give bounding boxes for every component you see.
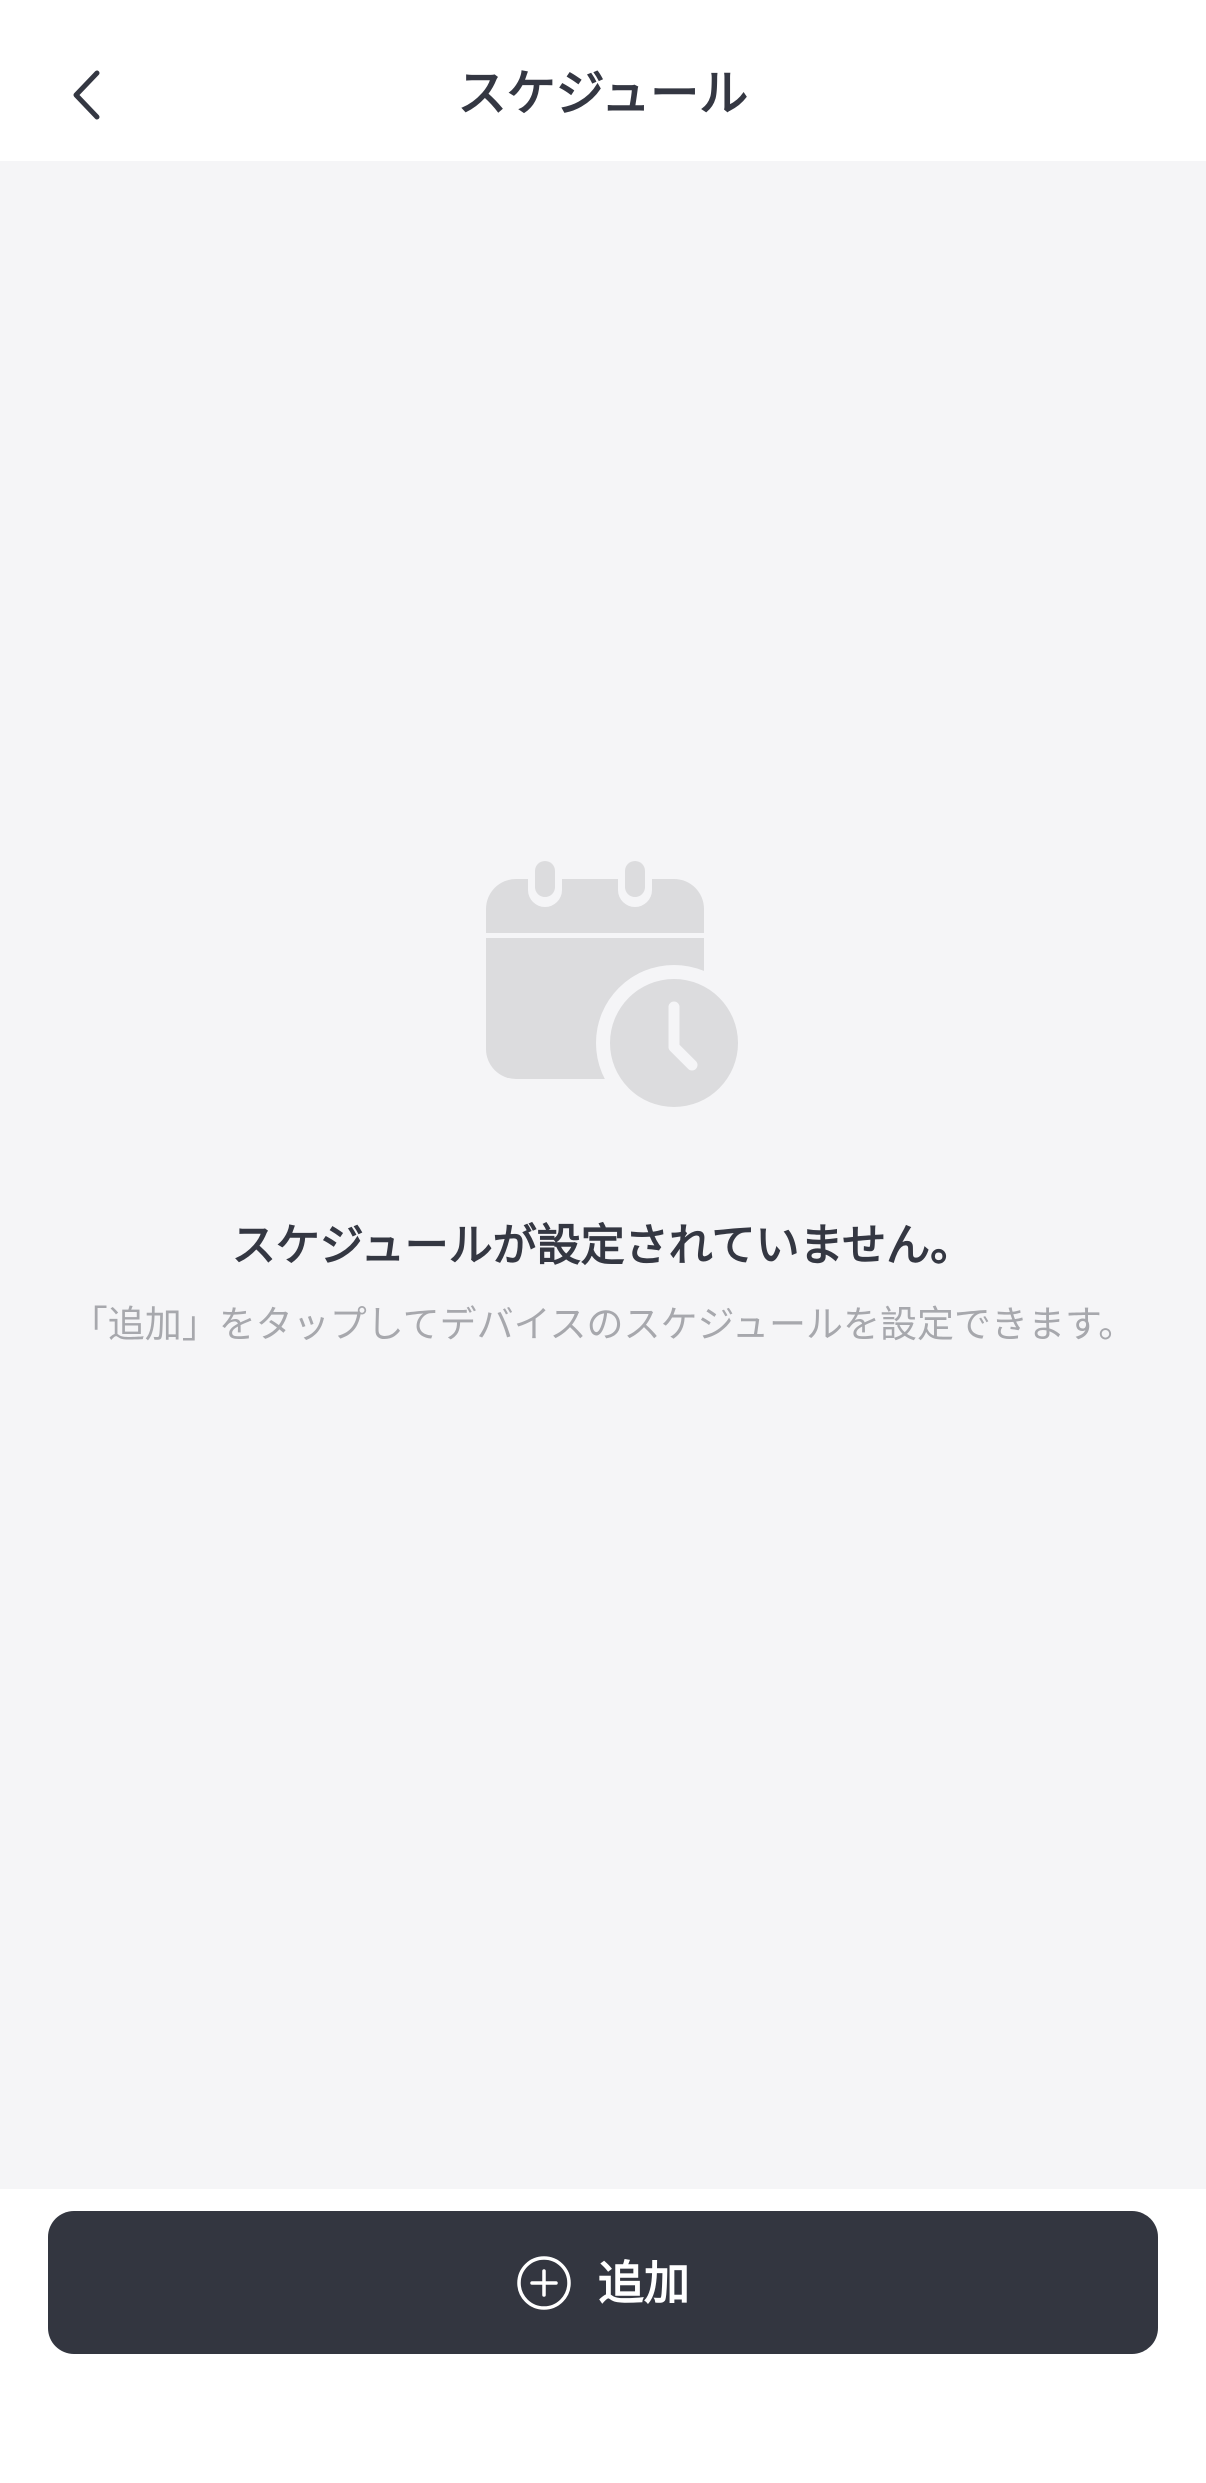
empty-state-description: 「追加」をタップしてデバイスのスケジュールを設定できます。 — [70, 1303, 1136, 1346]
calendar-clock-icon — [478, 857, 752, 1127]
top-bar: スケジュール — [0, 0, 1206, 161]
plus-circle-icon — [516, 2255, 572, 2311]
empty-state-title: スケジュールが設定されていません。 — [231, 1220, 975, 1271]
add-button[interactable]: 追加 — [48, 2211, 1158, 2354]
bottom-bar: 追加 — [0, 2189, 1206, 2483]
schedule-list-area: スケジュールが設定されていません。 「追加」をタップしてデバイスのスケジュールを… — [0, 161, 1206, 2189]
page-title: スケジュール — [457, 65, 749, 122]
add-button-label: 追加 — [598, 2255, 690, 2310]
